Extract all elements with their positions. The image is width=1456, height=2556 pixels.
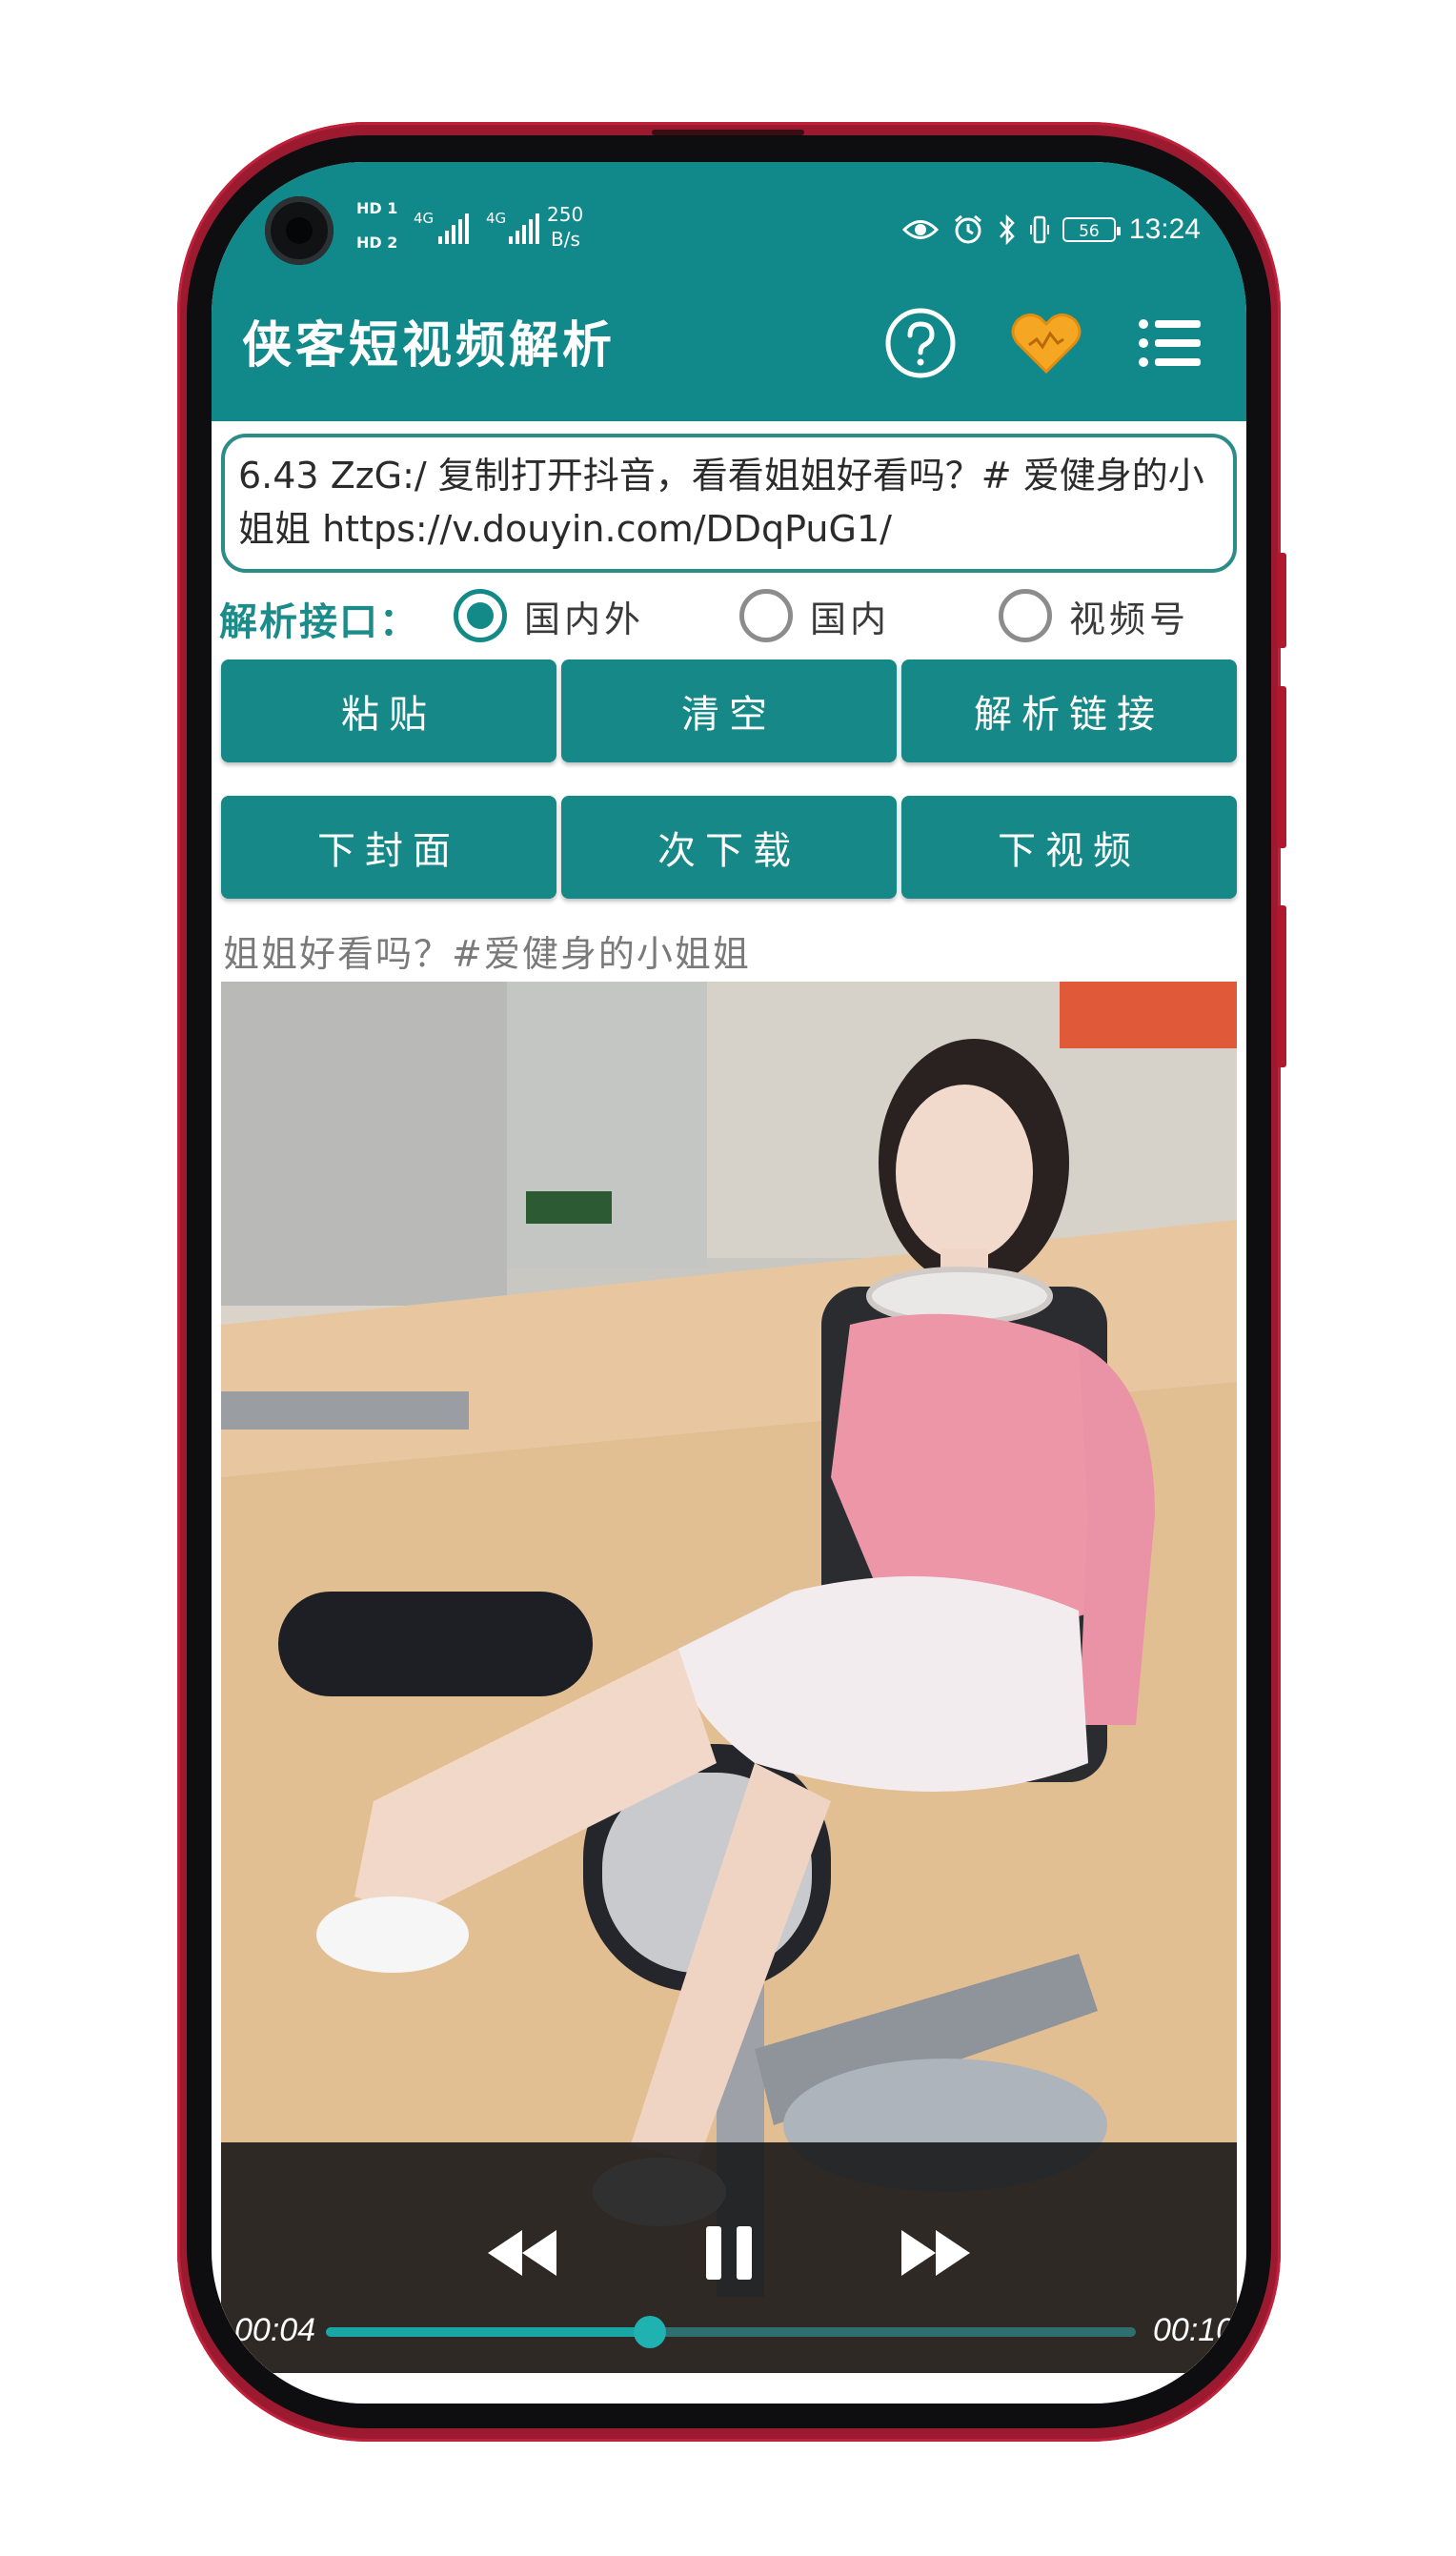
download-cover-button[interactable]: 下封面	[221, 796, 556, 899]
current-time: 00:04	[234, 2312, 316, 2348]
radio-unselected-icon	[999, 589, 1052, 642]
total-time: 00:10	[1153, 2312, 1235, 2348]
speed-unit: B/s	[551, 228, 580, 251]
radio-domestic-foreign[interactable]: 国内外	[454, 589, 644, 642]
interface-selector: 解析接口： 国内外 国内 视频号	[219, 583, 1239, 650]
sim1-label: HD 1	[356, 199, 398, 217]
interface-label: 解析接口：	[219, 600, 419, 644]
eye-icon	[901, 220, 939, 239]
link-input[interactable]: 6.43 ZzG:/ 复制打开抖音，看看姐姐好看吗？# 爱健身的小姐姐 http…	[221, 434, 1237, 573]
screen: HD 1 HD 2 4G 4G 250 B/s 56 13:24 侠客短视频解析…	[212, 162, 1246, 2404]
parse-link-button[interactable]: 解析链接	[901, 659, 1237, 762]
network-type-2: 4G	[486, 210, 507, 227]
radio-label: 国内	[810, 598, 891, 640]
vibrate-icon	[1029, 215, 1049, 244]
network-type-1: 4G	[414, 210, 435, 227]
signal-1-icon	[438, 212, 469, 244]
radio-video-account[interactable]: 视频号	[999, 589, 1189, 642]
battery-icon: 56	[1062, 217, 1121, 242]
power-button	[1277, 686, 1286, 848]
volume-button	[1277, 553, 1286, 648]
volume-down-button	[1277, 905, 1286, 1067]
pause-icon[interactable]	[683, 2207, 775, 2299]
app-header: HD 1 HD 2 4G 4G 250 B/s 56 13:24 侠客短视频解析	[212, 162, 1246, 421]
radio-label: 视频号	[1069, 598, 1190, 640]
rewind-icon[interactable]	[478, 2207, 570, 2299]
clear-button[interactable]: 清空	[561, 659, 897, 762]
alarm-icon	[954, 214, 981, 244]
seek-bar[interactable]	[326, 2316, 1136, 2348]
bluetooth-icon	[999, 213, 1015, 246]
heart-icon[interactable]	[1008, 305, 1084, 381]
signal-2-icon	[509, 212, 539, 244]
paste-button[interactable]: 粘贴	[221, 659, 556, 762]
secondary-download-button[interactable]: 次下载	[561, 796, 897, 899]
seek-bar-progress	[326, 2327, 650, 2337]
radio-unselected-icon	[739, 589, 793, 642]
fast-forward-icon[interactable]	[888, 2207, 980, 2299]
seek-bar-thumb[interactable]	[634, 2316, 666, 2348]
radio-label: 国内外	[524, 598, 645, 640]
radio-selected-icon	[454, 589, 507, 642]
front-camera	[265, 196, 334, 265]
download-video-button[interactable]: 下视频	[901, 796, 1237, 899]
help-icon[interactable]	[882, 305, 959, 381]
playback-controls: 00:04 00:10	[221, 2142, 1237, 2373]
sim2-label: HD 2	[356, 233, 398, 252]
speed-value: 250	[547, 203, 584, 226]
video-caption: 姐姐好看吗？#爱健身的小姐姐	[223, 933, 751, 975]
video-player[interactable]: 00:04 00:10	[221, 982, 1237, 2373]
radio-domestic[interactable]: 国内	[739, 589, 890, 642]
earpiece	[652, 130, 804, 135]
app-title: 侠客短视频解析	[242, 316, 617, 375]
menu-icon[interactable]	[1132, 305, 1208, 381]
clock: 13:24	[1128, 213, 1201, 245]
status-icons: 56 13:24	[901, 213, 1201, 246]
